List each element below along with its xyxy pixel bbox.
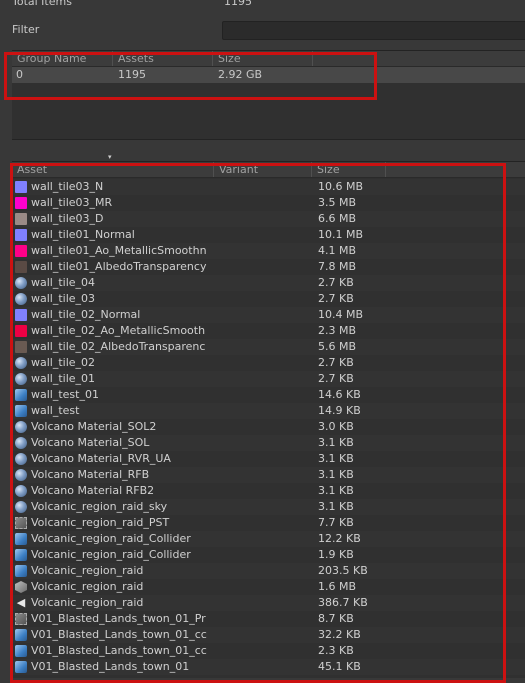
- total-items-value: 1195: [224, 0, 252, 8]
- assets-highlight-box: [10, 163, 506, 683]
- total-items-row: Total Items 1195: [12, 0, 252, 9]
- filter-label: Filter: [12, 23, 40, 36]
- groups-highlight-box: [4, 52, 377, 100]
- total-items-label: Total Items: [12, 0, 72, 8]
- filter-input[interactable]: [222, 21, 525, 40]
- sort-arrow-icon: ▾: [108, 153, 112, 161]
